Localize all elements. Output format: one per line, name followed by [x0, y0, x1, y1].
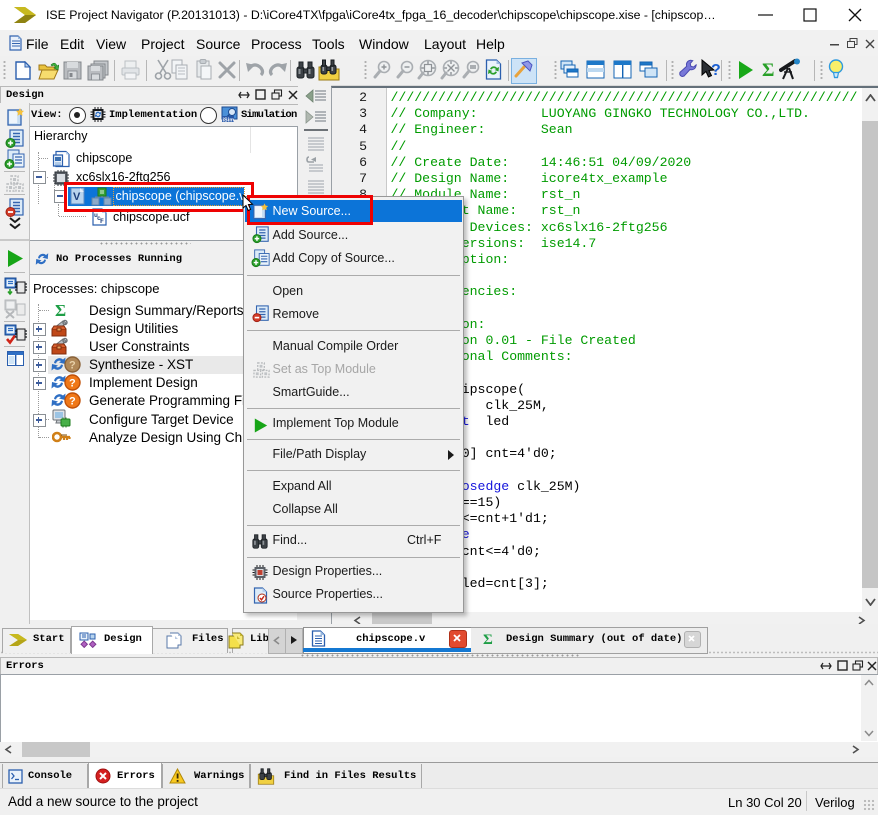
svg-text:?: ?	[711, 62, 721, 79]
svg-text:F: F	[100, 218, 104, 225]
svg-text:Σ: Σ	[55, 301, 66, 319]
svg-text:?: ?	[69, 396, 76, 408]
svg-text:?: ?	[69, 360, 76, 372]
svg-text:iSim: iSim	[223, 118, 235, 124]
svg-text:?: ?	[69, 378, 76, 390]
svg-text:Σ: Σ	[762, 60, 774, 80]
svg-text:Σ: Σ	[483, 632, 493, 647]
